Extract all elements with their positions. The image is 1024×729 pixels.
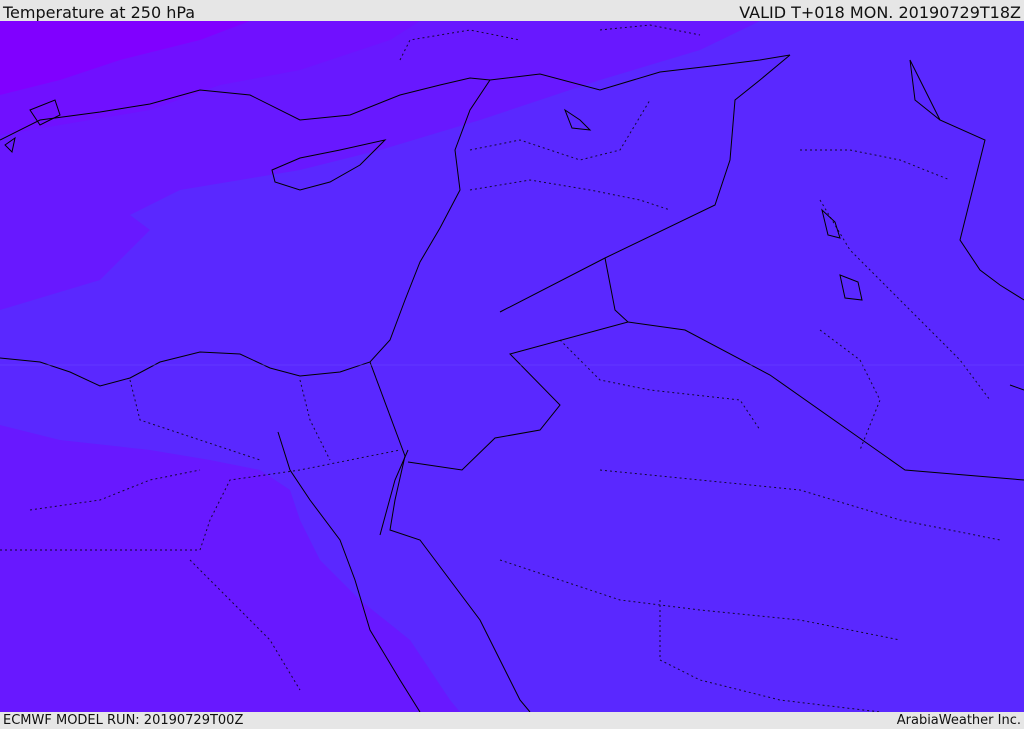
map-window: Temperature at 250 hPa VALID T+018 MON. … — [0, 0, 1024, 729]
valid-time-label: VALID T+018 MON. 20190729T18Z — [739, 3, 1021, 22]
header-bar: Temperature at 250 hPa VALID T+018 MON. … — [0, 0, 1024, 22]
footer-bar: ECMWF MODEL RUN: 20190729T00Z ArabiaWeat… — [0, 712, 1024, 729]
model-run-label: ECMWF MODEL RUN: 20190729T00Z — [3, 713, 244, 728]
map-canvas[interactable] — [0, 21, 1024, 712]
map-title: Temperature at 250 hPa — [3, 3, 196, 22]
credit-label: ArabiaWeather Inc. — [896, 713, 1021, 728]
map-svg — [0, 21, 1024, 712]
